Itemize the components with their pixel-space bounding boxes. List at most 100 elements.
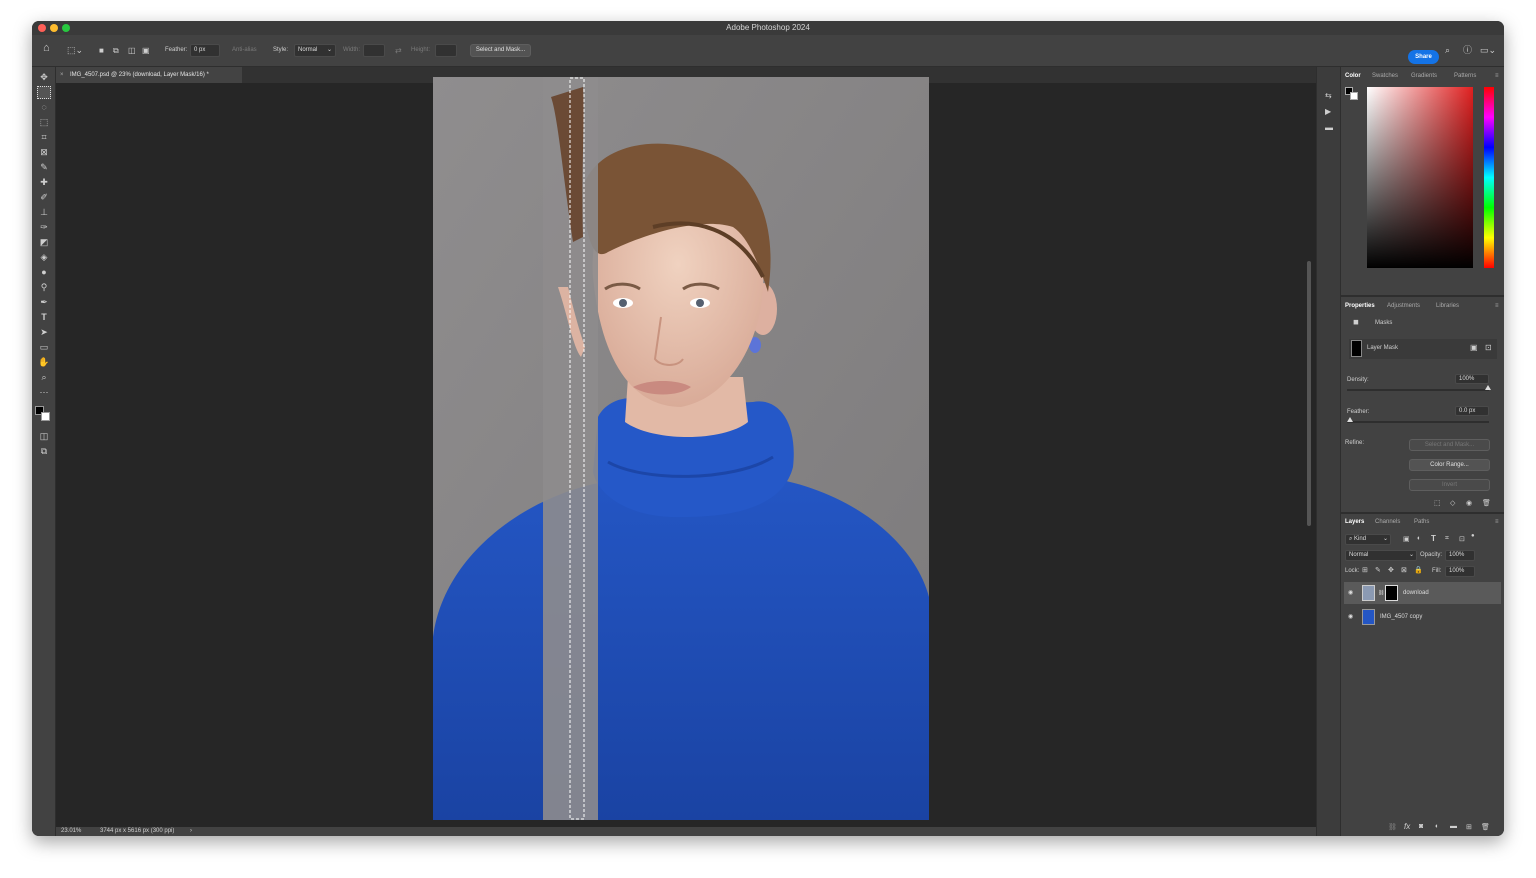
layers-panel-menu-icon[interactable]: ≡ bbox=[1495, 515, 1499, 529]
filter-shape-icon[interactable]: ⌗ bbox=[1445, 535, 1449, 543]
filter-pixel-icon[interactable]: ▣ bbox=[1403, 535, 1410, 543]
mask-feather-input[interactable]: 0.0 px bbox=[1455, 406, 1489, 416]
add-mask-icon[interactable]: ◙ bbox=[1419, 823, 1423, 830]
layer-visibility-icon[interactable]: ◉ bbox=[1348, 606, 1353, 628]
tab-patterns[interactable]: Patterns bbox=[1454, 69, 1476, 83]
tab-channels[interactable]: Channels bbox=[1375, 515, 1400, 529]
close-window-button[interactable] bbox=[38, 24, 46, 32]
lock-position-icon[interactable]: ✥ bbox=[1388, 566, 1394, 574]
add-pixel-mask-icon[interactable]: ▣ bbox=[1470, 343, 1478, 352]
close-tab-icon[interactable]: × bbox=[60, 67, 64, 83]
intersect-selection-icon[interactable]: ▣ bbox=[142, 45, 150, 56]
layer-link-icon[interactable]: ⛓ bbox=[1378, 582, 1384, 604]
tab-color[interactable]: Color bbox=[1345, 69, 1361, 83]
filter-adjustment-icon[interactable]: ◐ bbox=[1417, 535, 1421, 542]
tab-adjustments[interactable]: Adjustments bbox=[1387, 299, 1420, 313]
layer-style-fx-icon[interactable]: fx bbox=[1404, 822, 1410, 831]
color-range-button[interactable]: Color Range... bbox=[1409, 459, 1490, 471]
eraser-tool-icon[interactable]: ◩ bbox=[37, 236, 51, 249]
height-input[interactable] bbox=[435, 44, 457, 57]
delete-mask-icon[interactable]: 🗑 bbox=[1482, 499, 1491, 507]
select-and-mask-button[interactable]: Select and Mask... bbox=[470, 44, 531, 57]
healing-brush-tool-icon[interactable]: ✚ bbox=[37, 176, 51, 189]
pen-tool-icon[interactable]: ✒ bbox=[37, 296, 51, 309]
search-icon[interactable]: ⌕ bbox=[1445, 45, 1450, 56]
add-vector-mask-icon[interactable]: ⊡ bbox=[1485, 343, 1492, 352]
tab-libraries[interactable]: Libraries bbox=[1436, 299, 1459, 313]
layer-row-download[interactable]: ◉ ⛓ download bbox=[1344, 582, 1501, 604]
opacity-input[interactable]: 100% bbox=[1445, 550, 1475, 561]
layer-name[interactable]: IMG_4507 copy bbox=[1380, 606, 1422, 628]
history-brush-tool-icon[interactable]: ✑ bbox=[37, 221, 51, 234]
tab-paths[interactable]: Paths bbox=[1414, 515, 1429, 529]
vertical-scrollbar[interactable] bbox=[1307, 261, 1311, 526]
blend-mode-select[interactable]: Normal ⌄ bbox=[1345, 550, 1417, 561]
frame-tool-icon[interactable]: ⊠ bbox=[37, 146, 51, 159]
invert-button[interactable]: Invert bbox=[1409, 479, 1490, 491]
layer-row-img4507-copy[interactable]: ◉ IMG_4507 copy bbox=[1344, 606, 1501, 628]
tab-properties[interactable]: Properties bbox=[1345, 299, 1375, 313]
filter-type-icon[interactable]: T bbox=[1431, 534, 1436, 543]
share-button[interactable]: Share bbox=[1408, 50, 1439, 64]
visibility-icon[interactable]: ◉ bbox=[1466, 499, 1472, 507]
hue-slider[interactable] bbox=[1484, 87, 1494, 268]
feather-slider-handle[interactable] bbox=[1347, 417, 1353, 422]
hand-tool-icon[interactable]: ✋ bbox=[37, 356, 51, 369]
apply-mask-icon[interactable]: ◇ bbox=[1450, 499, 1455, 507]
rectangle-tool-icon[interactable]: ▭ bbox=[37, 341, 51, 354]
style-select[interactable]: Normal ⌄ bbox=[294, 44, 336, 57]
color-panel-menu-icon[interactable]: ≡ bbox=[1495, 69, 1499, 83]
zoom-level[interactable]: 23.01% bbox=[61, 827, 81, 836]
anti-alias-checkbox[interactable]: Anti-alias bbox=[232, 45, 257, 56]
feather-slider[interactable] bbox=[1347, 421, 1489, 423]
document-tab[interactable]: × IMG_4507.psd @ 23% (download, Layer Ma… bbox=[56, 67, 242, 83]
document-info[interactable]: 3744 px x 5616 px (300 ppi) bbox=[100, 827, 174, 836]
zoom-tool-icon[interactable]: ⌕ bbox=[37, 371, 51, 384]
minimize-window-button[interactable] bbox=[50, 24, 58, 32]
dodge-tool-icon[interactable]: ⚲ bbox=[37, 281, 51, 294]
layer-mask-thumbnail-download[interactable] bbox=[1385, 585, 1398, 601]
blur-tool-icon[interactable]: ● bbox=[37, 266, 51, 279]
workspace-icon[interactable]: ▭⌄ bbox=[1480, 45, 1496, 56]
move-tool-icon[interactable]: ✥ bbox=[37, 71, 51, 84]
new-layer-icon[interactable]: ⊞ bbox=[1466, 823, 1472, 831]
tab-swatches[interactable]: Swatches bbox=[1372, 69, 1398, 83]
document-canvas[interactable] bbox=[433, 77, 929, 820]
path-selection-tool-icon[interactable]: ➤ bbox=[37, 326, 51, 339]
brush-tool-icon[interactable]: ✐ bbox=[37, 191, 51, 204]
width-input[interactable] bbox=[363, 44, 385, 57]
fill-input[interactable]: 100% bbox=[1445, 566, 1475, 577]
layer-visibility-icon[interactable]: ◉ bbox=[1348, 582, 1353, 604]
new-selection-icon[interactable]: ■ bbox=[99, 45, 104, 56]
home-icon[interactable]: ⌂ bbox=[43, 43, 50, 54]
new-adjustment-layer-icon[interactable]: ◐ bbox=[1435, 823, 1439, 830]
background-color-swatch[interactable] bbox=[41, 412, 50, 421]
eyedropper-tool-icon[interactable]: ✎ bbox=[37, 161, 51, 174]
add-selection-icon[interactable]: ⧉ bbox=[113, 45, 119, 56]
link-layers-icon[interactable]: ⛓ bbox=[1388, 823, 1397, 831]
status-expand-icon[interactable]: › bbox=[190, 827, 192, 836]
properties-panel-menu-icon[interactable]: ≡ bbox=[1495, 299, 1499, 313]
load-selection-icon[interactable]: ⬚ bbox=[1434, 499, 1441, 507]
new-group-icon[interactable]: ▬ bbox=[1450, 823, 1457, 830]
crop-tool-icon[interactable]: ⌗ bbox=[37, 131, 51, 144]
density-input[interactable]: 100% bbox=[1455, 374, 1489, 384]
layer-filter-kind[interactable]: ⌕ Kind ⌄ bbox=[1345, 534, 1391, 545]
lock-transparent-icon[interactable]: ⊞ bbox=[1362, 566, 1368, 574]
layer-name[interactable]: download bbox=[1403, 582, 1429, 604]
paint-bucket-tool-icon[interactable]: ◈ bbox=[37, 251, 51, 264]
comments-panel-icon[interactable]: ▬ bbox=[1325, 123, 1333, 132]
color-field[interactable] bbox=[1367, 87, 1473, 268]
subtract-selection-icon[interactable]: ◫ bbox=[128, 45, 136, 56]
lasso-tool-icon[interactable]: ◌ bbox=[37, 101, 51, 114]
swap-dimensions-icon[interactable]: ⇄ bbox=[395, 45, 402, 56]
delete-layer-icon[interactable]: 🗑 bbox=[1481, 823, 1490, 831]
lock-all-icon[interactable]: 🔒 bbox=[1414, 566, 1423, 574]
feather-input[interactable]: 0 px bbox=[190, 44, 220, 57]
object-selection-tool-icon[interactable]: ⬚ bbox=[37, 116, 51, 129]
clone-stamp-tool-icon[interactable]: ⊥ bbox=[37, 206, 51, 219]
density-slider[interactable] bbox=[1347, 389, 1489, 391]
zoom-window-button[interactable] bbox=[62, 24, 70, 32]
type-tool-icon[interactable]: T bbox=[37, 311, 51, 324]
properties-select-and-mask-button[interactable]: Select and Mask... bbox=[1409, 439, 1490, 451]
